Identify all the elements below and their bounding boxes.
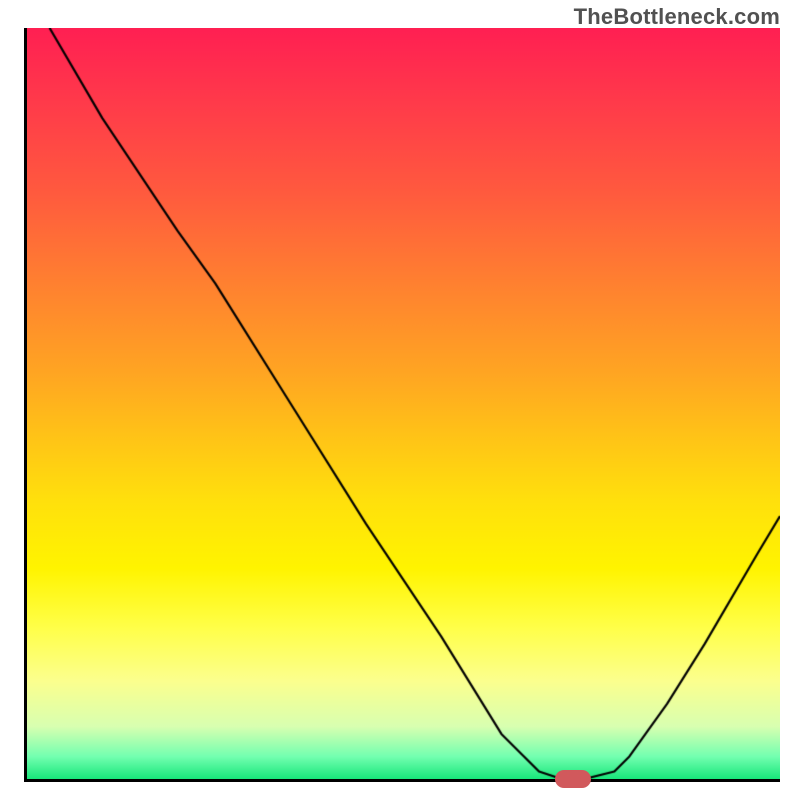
curve-canvas xyxy=(27,28,780,779)
watermark-text: TheBottleneck.com xyxy=(574,4,780,30)
optimum-marker xyxy=(555,770,591,788)
plot-area xyxy=(24,28,780,782)
chart-container: TheBottleneck.com xyxy=(0,0,800,800)
